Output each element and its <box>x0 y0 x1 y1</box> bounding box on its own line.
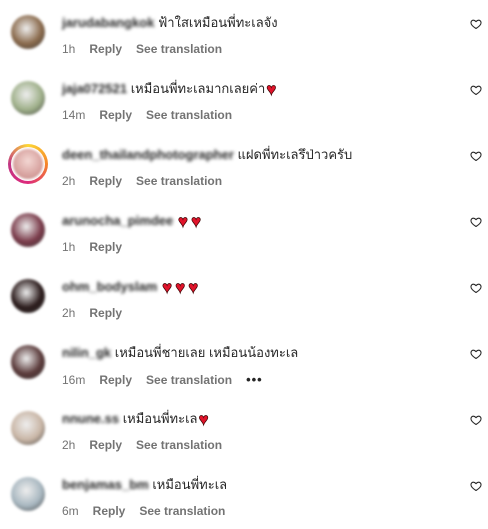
timestamp: 2h <box>62 174 76 188</box>
comment-body: deen_thailandphotographer แฝดพี่ทะเลรึป่… <box>62 146 352 164</box>
heart-outline-icon[interactable] <box>470 282 482 294</box>
red-heart-emoji-icon: ♥ <box>177 212 189 231</box>
comment-item: deen_thailandphotographer แฝดพี่ทะเลรึป่… <box>0 132 488 198</box>
heart-outline-icon[interactable] <box>470 348 482 360</box>
avatar[interactable] <box>11 279 45 313</box>
red-heart-emoji-icon: ♥ <box>175 278 186 297</box>
comment-item: jaja072521 เหมือนพี่ทะเลมากเลยค่า♥ 14m Rep… <box>0 66 488 132</box>
username-link[interactable]: nilin_gk <box>62 344 111 362</box>
reply-button[interactable]: Reply <box>89 174 122 188</box>
comment-meta: 1h Reply See translation <box>62 42 236 56</box>
timestamp: 14m <box>62 108 86 122</box>
red-heart-emoji-icon: ♥ <box>161 278 173 297</box>
reply-button[interactable]: Reply <box>89 438 122 452</box>
heart-outline-icon[interactable] <box>470 84 482 96</box>
comment-body: nnune.ss เหมือนพี่ทะเล♥ <box>62 410 209 429</box>
comment-body: arunocha_pimdee ♥ ♥ <box>62 212 202 231</box>
avatar[interactable] <box>11 81 45 115</box>
see-translation-button[interactable]: See translation <box>136 42 222 56</box>
avatar[interactable] <box>11 477 45 511</box>
comment-item: nnune.ss เหมือนพี่ทะเล♥ 2h Reply See transl… <box>0 396 488 462</box>
comment-text: แฝดพี่ทะเลรึป่าวครับ <box>237 147 353 162</box>
username-link[interactable]: deen_thailandphotographer <box>62 146 234 164</box>
timestamp: 1h <box>62 240 76 254</box>
comment-text: เหมือนพี่ทะเล <box>122 411 198 426</box>
timestamp: 2h <box>62 306 76 320</box>
username-link[interactable]: jarudabangkok <box>62 14 154 32</box>
red-heart-emoji-icon: ♥ <box>266 80 277 99</box>
timestamp: 1h <box>62 42 76 56</box>
avatar[interactable] <box>8 144 48 184</box>
red-heart-emoji-icon: ♥ <box>190 212 202 231</box>
heart-outline-icon[interactable] <box>470 480 482 492</box>
comment-body: jaja072521 เหมือนพี่ทะเลมากเลยค่า♥ <box>62 80 277 99</box>
reply-button[interactable]: Reply <box>93 504 126 518</box>
comment-body: benjamas_bm เหมือนพี่ทะเล <box>62 476 227 494</box>
comment-text: เหมือนพี่ชายเลย เหมือนน้องทะเล <box>114 345 299 360</box>
see-translation-button[interactable]: See translation <box>136 174 222 188</box>
comment-meta: 2h Reply See translation <box>62 174 236 188</box>
comment-item: arunocha_pimdee ♥ ♥ 1h Reply <box>0 198 488 264</box>
comment-meta: 16m Reply See translation ••• <box>62 372 277 387</box>
see-translation-button[interactable]: See translation <box>146 108 232 122</box>
comment-body: jarudabangkok ฟ้าใสเหมือนพี่ทะเลจัง <box>62 14 278 32</box>
see-translation-button[interactable]: See translation <box>139 504 225 518</box>
red-heart-emoji-icon: ♥ <box>198 410 209 429</box>
avatar[interactable] <box>11 411 45 445</box>
username-link[interactable]: nnune.ss <box>62 410 119 428</box>
avatar[interactable] <box>11 213 45 247</box>
see-translation-button[interactable]: See translation <box>146 373 232 387</box>
comment-meta: 6m Reply See translation <box>62 504 239 518</box>
comment-text: เหมือนพี่ทะเลมากเลยค่า <box>130 81 266 96</box>
heart-outline-icon[interactable] <box>470 150 482 162</box>
reply-button[interactable]: Reply <box>99 373 132 387</box>
comment-text: ฟ้าใสเหมือนพี่ทะเลจัง <box>158 15 278 30</box>
reply-button[interactable]: Reply <box>89 240 122 254</box>
comment-meta: 14m Reply See translation <box>62 108 246 122</box>
timestamp: 6m <box>62 504 79 518</box>
comment-item: benjamas_bm เหมือนพี่ทะเล 6m Reply See tran… <box>0 462 488 528</box>
reply-button[interactable]: Reply <box>89 42 122 56</box>
comment-body: ohm_bodyslam ♥ ♥ ♥ <box>62 278 199 297</box>
comment-item: nilin_gk เหมือนพี่ชายเลย เหมือนน้องทะเล 1… <box>0 330 488 396</box>
heart-outline-icon[interactable] <box>470 18 482 30</box>
username-link[interactable]: ohm_bodyslam <box>62 278 157 296</box>
heart-outline-icon[interactable] <box>470 216 482 228</box>
timestamp: 16m <box>62 373 86 387</box>
username-link[interactable]: jaja072521 <box>62 80 127 98</box>
reply-button[interactable]: Reply <box>89 306 122 320</box>
see-translation-button[interactable]: See translation <box>136 438 222 452</box>
username-link[interactable]: benjamas_bm <box>62 476 149 494</box>
avatar[interactable] <box>11 345 45 379</box>
comment-item: jarudabangkok ฟ้าใสเหมือนพี่ทะเลจัง 1h Rep… <box>0 0 488 66</box>
username-link[interactable]: arunocha_pimdee <box>62 212 173 230</box>
avatar[interactable] <box>11 15 45 49</box>
timestamp: 2h <box>62 438 76 452</box>
comment-text: เหมือนพี่ทะเล <box>152 477 228 492</box>
more-options-icon[interactable]: ••• <box>246 372 263 387</box>
heart-outline-icon[interactable] <box>470 414 482 426</box>
red-heart-emoji-icon: ♥ <box>188 278 199 297</box>
comment-body: nilin_gk เหมือนพี่ชายเลย เหมือนน้องทะเล <box>62 344 298 362</box>
reply-button[interactable]: Reply <box>99 108 132 122</box>
comment-item: ohm_bodyslam ♥ ♥ ♥ 2h Reply <box>0 264 488 330</box>
comment-meta: 2h Reply See translation <box>62 438 236 452</box>
comment-meta: 1h Reply <box>62 240 136 254</box>
comment-meta: 2h Reply <box>62 306 136 320</box>
